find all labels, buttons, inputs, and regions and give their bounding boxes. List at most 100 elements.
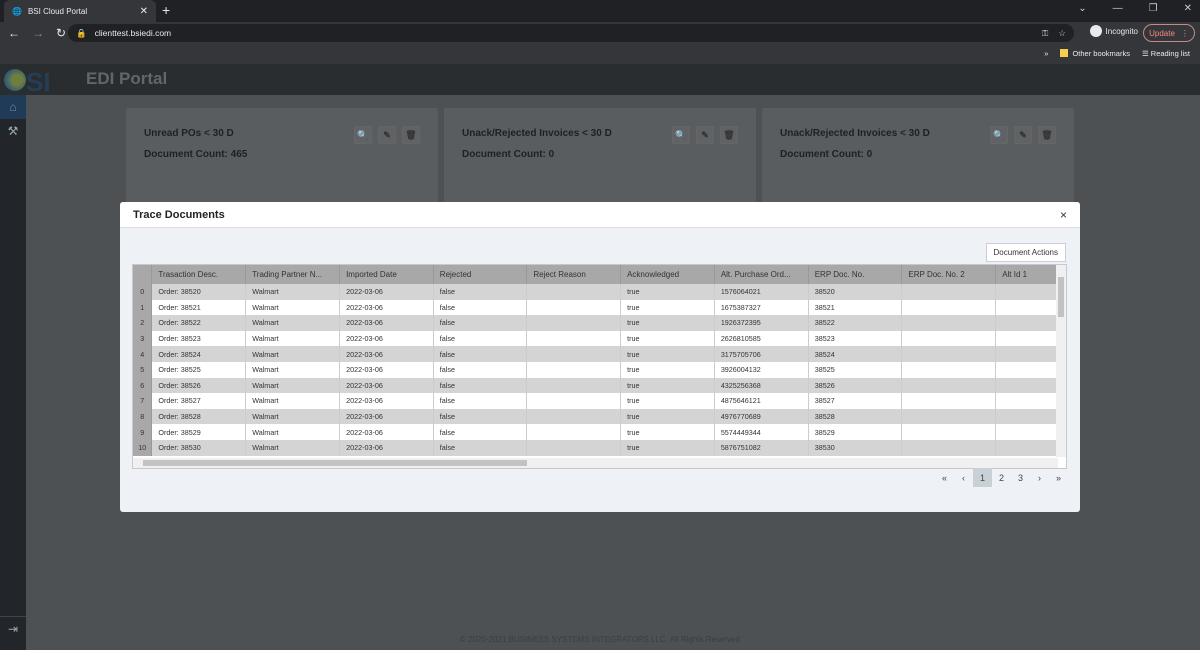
table-cell xyxy=(901,361,997,378)
prev-page-button[interactable]: ‹ xyxy=(954,468,973,487)
more-bookmarks-icon[interactable]: » xyxy=(1044,49,1048,58)
search-icon[interactable]: 🔍 xyxy=(672,126,690,144)
trash-icon[interactable]: 🗑 xyxy=(402,126,420,144)
reload-icon[interactable]: ↻ xyxy=(56,26,66,40)
table-cell xyxy=(901,439,997,456)
edit-icon[interactable]: ✎ xyxy=(378,126,396,144)
page-2-button[interactable]: 2 xyxy=(992,468,1011,487)
next-page-button[interactable]: › xyxy=(1030,468,1049,487)
document-actions-button[interactable]: Document Actions xyxy=(985,243,1066,262)
table-cell: Order: 38524 xyxy=(151,346,247,362)
table-row[interactable]: 3 Order: 38523 Walmart 2022-03-06 false true 2… xyxy=(133,330,1066,347)
table-cell: true xyxy=(620,377,715,394)
table-row[interactable]: 8 Order: 38528 Walmart 2022-03-06 false true 4… xyxy=(133,408,1066,425)
table-cell: Walmart xyxy=(245,284,341,300)
column-header[interactable]: Reject Reason xyxy=(526,265,622,284)
column-header[interactable]: ERP Doc. No. 2 xyxy=(901,265,997,284)
column-header[interactable]: Trasaction Desc. xyxy=(151,265,247,284)
trash-icon[interactable]: 🗑 xyxy=(1038,126,1056,144)
reading-list[interactable]: ☰ Reading list xyxy=(1142,49,1190,58)
row-index: 9 xyxy=(133,424,153,440)
tools-icon[interactable]: ⚒ xyxy=(0,119,26,143)
home-icon[interactable]: ⌂ xyxy=(0,95,26,119)
url-field[interactable]: 🔒 clienttest.bsiedi.com ⚿ ☆ xyxy=(68,24,1074,42)
update-button[interactable]: Update ⋮ xyxy=(1143,24,1195,42)
edit-icon[interactable]: ✎ xyxy=(696,126,714,144)
tab-search-icon[interactable]: ⌄ xyxy=(1078,3,1086,14)
table-cell: Walmart xyxy=(245,424,341,440)
key-icon[interactable]: ⚿ xyxy=(1042,28,1048,39)
table-row[interactable]: 5 Order: 38525 Walmart 2022-03-06 false true 3… xyxy=(133,361,1066,378)
table-cell xyxy=(901,346,997,362)
table-cell xyxy=(526,330,622,347)
bsi-logo: SI xyxy=(4,67,74,97)
table-row[interactable]: 10 Order: 38530 Walmart 2022-03-06 false true… xyxy=(133,439,1066,456)
trash-icon[interactable]: 🗑 xyxy=(720,126,738,144)
table-cell xyxy=(901,299,997,316)
table-cell: 4976770689 xyxy=(714,408,809,425)
table-row[interactable]: 0 Order: 38520 Walmart 2022-03-06 false true 1… xyxy=(133,284,1066,300)
table-cell: 38522 xyxy=(808,315,903,331)
star-icon[interactable]: ☆ xyxy=(1058,28,1066,39)
vertical-scrollbar[interactable] xyxy=(1056,265,1066,457)
back-icon[interactable]: ← xyxy=(8,26,20,40)
table-row[interactable]: 7 Order: 38527 Walmart 2022-03-06 false true 4… xyxy=(133,393,1066,409)
table-cell: true xyxy=(620,361,715,378)
address-bar-row: ← → ↻ 🔒 clienttest.bsiedi.com ⚿ ☆ Incognito U… xyxy=(0,22,1200,44)
dashboard-card: Unack/Rejected Invoices < 30 D Document C… xyxy=(762,108,1074,208)
trace-documents-modal: Trace Documents × Document Actions Trasac… xyxy=(120,202,1080,512)
table-cell xyxy=(526,439,622,456)
table-cell: Order: 38528 xyxy=(151,408,247,425)
table-cell: false xyxy=(433,315,528,331)
new-tab-button[interactable]: + xyxy=(162,2,170,18)
column-header[interactable]: Trading Partner N... xyxy=(245,265,341,284)
table-cell xyxy=(526,284,622,300)
table-cell: 4875646121 xyxy=(714,393,809,409)
row-index: 7 xyxy=(133,393,153,409)
column-header[interactable]: Rejected xyxy=(433,265,528,284)
browser-tab[interactable]: 🌐 BSI Cloud Portal ✕ xyxy=(4,0,156,22)
other-bookmarks[interactable]: Other bookmarks xyxy=(1060,49,1130,58)
table-row[interactable]: 9 Order: 38529 Walmart 2022-03-06 false true 5… xyxy=(133,424,1066,440)
table-cell xyxy=(901,284,997,300)
search-icon[interactable]: 🔍 xyxy=(354,126,372,144)
table-cell: false xyxy=(433,299,528,316)
table-cell: 1926372395 xyxy=(714,315,809,331)
table-cell xyxy=(901,393,997,409)
table-cell xyxy=(526,361,622,378)
close-window-icon[interactable]: ✕ xyxy=(1184,3,1192,14)
last-page-button[interactable]: » xyxy=(1049,468,1068,487)
page-3-button[interactable]: 3 xyxy=(1011,468,1030,487)
table-cell: 2022-03-06 xyxy=(339,361,434,378)
forward-icon[interactable]: → xyxy=(32,26,44,40)
incognito-indicator: Incognito xyxy=(1089,25,1138,37)
column-header[interactable]: Acknowledged xyxy=(620,265,715,284)
page-1-button[interactable]: 1 xyxy=(973,468,992,487)
close-tab-icon[interactable]: ✕ xyxy=(140,6,148,17)
close-icon[interactable]: × xyxy=(1060,208,1067,222)
table-cell: 38521 xyxy=(808,299,903,316)
edit-icon[interactable]: ✎ xyxy=(1014,126,1032,144)
table-row[interactable]: 6 Order: 38526 Walmart 2022-03-06 false true 4… xyxy=(133,377,1066,394)
table-cell: Walmart xyxy=(245,377,341,394)
first-page-button[interactable]: « xyxy=(935,468,954,487)
search-icon[interactable]: 🔍 xyxy=(990,126,1008,144)
app-title: EDI Portal xyxy=(86,69,168,88)
table-cell xyxy=(526,346,622,362)
table-cell: 5876751082 xyxy=(714,439,809,456)
row-index: 0 xyxy=(133,284,153,300)
column-header[interactable]: ERP Doc. No. xyxy=(808,265,903,284)
table-cell: false xyxy=(433,346,528,362)
horizontal-scrollbar[interactable] xyxy=(133,458,1058,468)
minimize-icon[interactable]: — xyxy=(1113,3,1123,14)
table-cell xyxy=(526,393,622,409)
restore-icon[interactable]: ❐ xyxy=(1149,3,1158,14)
table-cell: Order: 38521 xyxy=(151,299,247,316)
table-row[interactable]: 1 Order: 38521 Walmart 2022-03-06 false true 1… xyxy=(133,299,1066,316)
column-header[interactable]: Alt. Purchase Ord... xyxy=(714,265,809,284)
table-cell: true xyxy=(620,330,715,347)
column-header[interactable]: Imported Date xyxy=(339,265,434,284)
table-row[interactable]: 4 Order: 38524 Walmart 2022-03-06 false true 3… xyxy=(133,346,1066,362)
menu-icon[interactable]: ⋮ xyxy=(1181,29,1189,38)
table-row[interactable]: 2 Order: 38522 Walmart 2022-03-06 false true 1… xyxy=(133,315,1066,331)
